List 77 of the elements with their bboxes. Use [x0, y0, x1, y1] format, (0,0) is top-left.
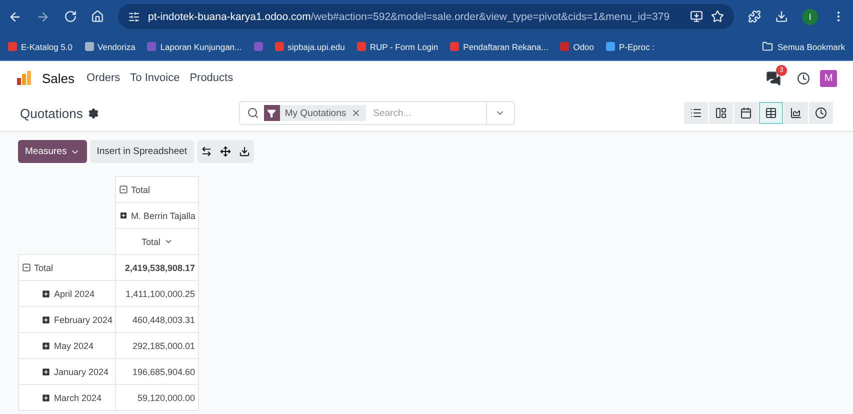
site-settings-icon[interactable] [128, 10, 140, 22]
clock-icon [815, 107, 827, 119]
column-header[interactable]: Total [115, 176, 199, 203]
settings-icon[interactable] [88, 108, 99, 118]
bookmark[interactable]: Laporan Kunjungan... [147, 42, 242, 52]
search-icon [246, 107, 259, 119]
back-icon[interactable] [8, 10, 22, 24]
user-avatar[interactable]: M [820, 70, 837, 86]
table-cell: 59,120,000.00 [115, 384, 199, 411]
row-header[interactable]: Total [18, 254, 116, 281]
view-switch-button[interactable] [684, 102, 708, 124]
table-cell: 292,185,000.01 [115, 332, 199, 359]
expand-icon [41, 340, 51, 350]
expand-icon [41, 392, 51, 402]
table-cell: 460,448,003.31 [115, 306, 199, 333]
table-cell: 2,419,538,908.17 [115, 254, 199, 281]
view-switch-button[interactable] [759, 102, 783, 124]
close-icon[interactable] [351, 108, 362, 118]
bookmark[interactable]: Pendaftaran Rekana... [450, 42, 548, 52]
filter-facet[interactable]: My Quotations [264, 105, 366, 121]
download-icon[interactable] [775, 10, 788, 23]
view-switch-button[interactable] [734, 102, 758, 124]
app-name[interactable]: Sales [42, 70, 75, 86]
page-title: Quotations [20, 106, 99, 120]
clock-icon[interactable] [797, 72, 810, 84]
folder-icon [762, 41, 774, 52]
all-bookmarks[interactable]: Semua Bookmark [762, 41, 845, 52]
insert-spreadsheet-button[interactable]: Insert in Spreadsheet [90, 140, 194, 163]
profile-avatar[interactable]: I [802, 8, 818, 24]
row-header[interactable]: January 2024 [18, 358, 116, 385]
collapse-icon [22, 263, 31, 272]
collapse-icon [119, 185, 128, 194]
app-logo[interactable] [16, 70, 32, 86]
calendar-icon [740, 107, 752, 119]
measure-header[interactable]: Total [115, 228, 199, 255]
view-switch-button[interactable] [784, 102, 808, 124]
bookmark[interactable]: P-Eproc : [606, 42, 654, 52]
address-bar[interactable]: pt-indotek-buana-karya1.odoo.com/web#action=592&model=sale.order&view_type=pivot&cids=1&menu_id=379 [118, 4, 734, 29]
row-header[interactable]: March 2024 [18, 384, 116, 411]
bookmark[interactable]: RUP - Form Login [356, 42, 438, 52]
expand-icon [41, 366, 51, 376]
bookmark[interactable]: Odoo [560, 42, 594, 52]
area-chart-icon [790, 107, 802, 119]
caret-icon [164, 237, 172, 246]
flip-axis-icon[interactable] [201, 146, 212, 157]
table-icon [765, 107, 777, 119]
reload-icon[interactable] [64, 10, 77, 23]
messages-icon[interactable] [766, 70, 781, 86]
forward-icon[interactable] [36, 10, 50, 24]
home-icon[interactable] [91, 10, 104, 23]
expand-icon [41, 314, 51, 324]
url-text: pt-indotek-buana-karya1.odoo.com/web#action=592&model=sale.order&view_type=pivot&cids=1&menu_id=379 [148, 10, 670, 22]
table-cell: 1,411,100,000.25 [115, 280, 199, 307]
view-switch-button[interactable] [709, 102, 733, 124]
row-header[interactable]: April 2024 [18, 280, 116, 307]
filter-icon [264, 105, 280, 121]
bookmark[interactable]: E-Katalog 5.0 [8, 42, 73, 52]
column-header[interactable]: M. Berrin Tajalla [115, 202, 199, 229]
search-field[interactable]: My Quotations Search... [238, 101, 515, 125]
menu-item[interactable]: To Invoice [130, 72, 180, 84]
measures-button[interactable]: Measures [18, 140, 87, 163]
kanban-view-icon [715, 107, 727, 119]
row-header[interactable]: May 2024 [18, 332, 116, 359]
expand-icon [119, 211, 128, 220]
expand-icon [41, 288, 51, 298]
bookmark[interactable]: sipbaja.upi.edu [274, 42, 345, 52]
extensions-icon[interactable] [748, 10, 761, 23]
menu-item[interactable]: Products [190, 72, 234, 84]
row-header[interactable]: February 2024 [18, 306, 116, 333]
table-cell: 196,685,904.60 [115, 358, 199, 385]
menu-item[interactable]: Orders [86, 72, 120, 84]
star-icon[interactable] [711, 10, 724, 23]
bookmark[interactable]: Vendoriza [84, 42, 136, 52]
expand-icon[interactable] [220, 146, 232, 157]
view-switch-button[interactable] [809, 102, 833, 124]
install-icon[interactable] [690, 10, 703, 23]
download-icon[interactable] [239, 146, 250, 157]
